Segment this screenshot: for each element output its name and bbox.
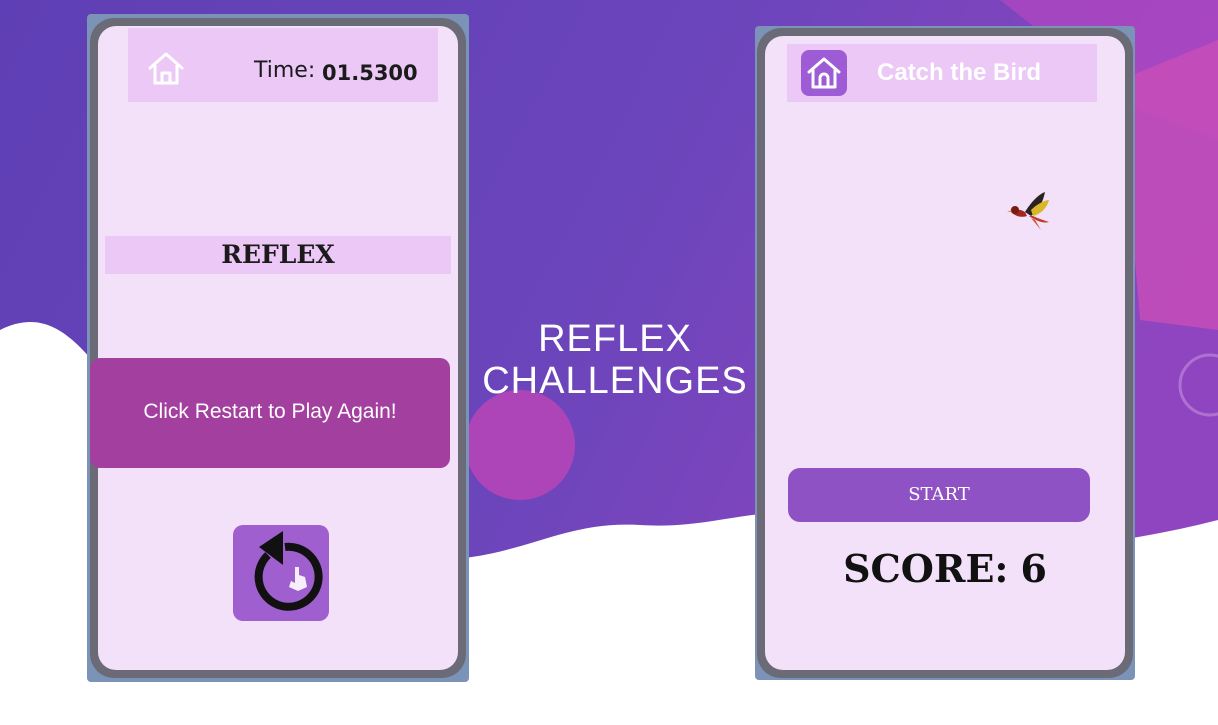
- heading-line-1: REFLEX: [538, 318, 692, 360]
- slide-heading: REFLEX CHALLENGES: [480, 318, 750, 402]
- top-bar: Catch the Bird: [787, 44, 1097, 102]
- left-phone-screen: Time: 01.5300 REFLEX: [98, 26, 458, 670]
- top-bar: Time: 01.5300: [128, 28, 438, 102]
- game-title-band: REFLEX: [105, 236, 451, 274]
- right-phone-screen: Catch the Bird START SCORE: 6: [765, 36, 1125, 670]
- home-outline-icon[interactable]: [146, 50, 186, 86]
- score-label: SCORE:: [843, 546, 1009, 591]
- home-button[interactable]: [801, 50, 847, 96]
- right-phone: Catch the Bird START SCORE: 6: [757, 28, 1133, 678]
- restart-message: Click Restart to Play Again!: [143, 400, 397, 423]
- restart-banner: Click Restart to Play Again!: [90, 358, 450, 468]
- left-phone: Time: 01.5300 REFLEX Click Restart to Pl…: [90, 18, 466, 678]
- home-icon: [807, 57, 841, 89]
- start-label: START: [908, 484, 970, 505]
- start-button[interactable]: START: [788, 468, 1090, 522]
- score-display: SCORE: 6: [765, 546, 1125, 591]
- time-value: 01.5300: [322, 61, 418, 85]
- score-value: 6: [1020, 546, 1047, 591]
- restart-icon: [254, 531, 323, 611]
- game-title: Catch the Bird: [877, 59, 1042, 86]
- heading-line-2: CHALLENGES: [482, 360, 748, 402]
- bird-icon[interactable]: [1005, 186, 1061, 232]
- game-title: REFLEX: [221, 240, 335, 269]
- restart-button[interactable]: [233, 525, 329, 621]
- time-label: Time:: [254, 58, 316, 83]
